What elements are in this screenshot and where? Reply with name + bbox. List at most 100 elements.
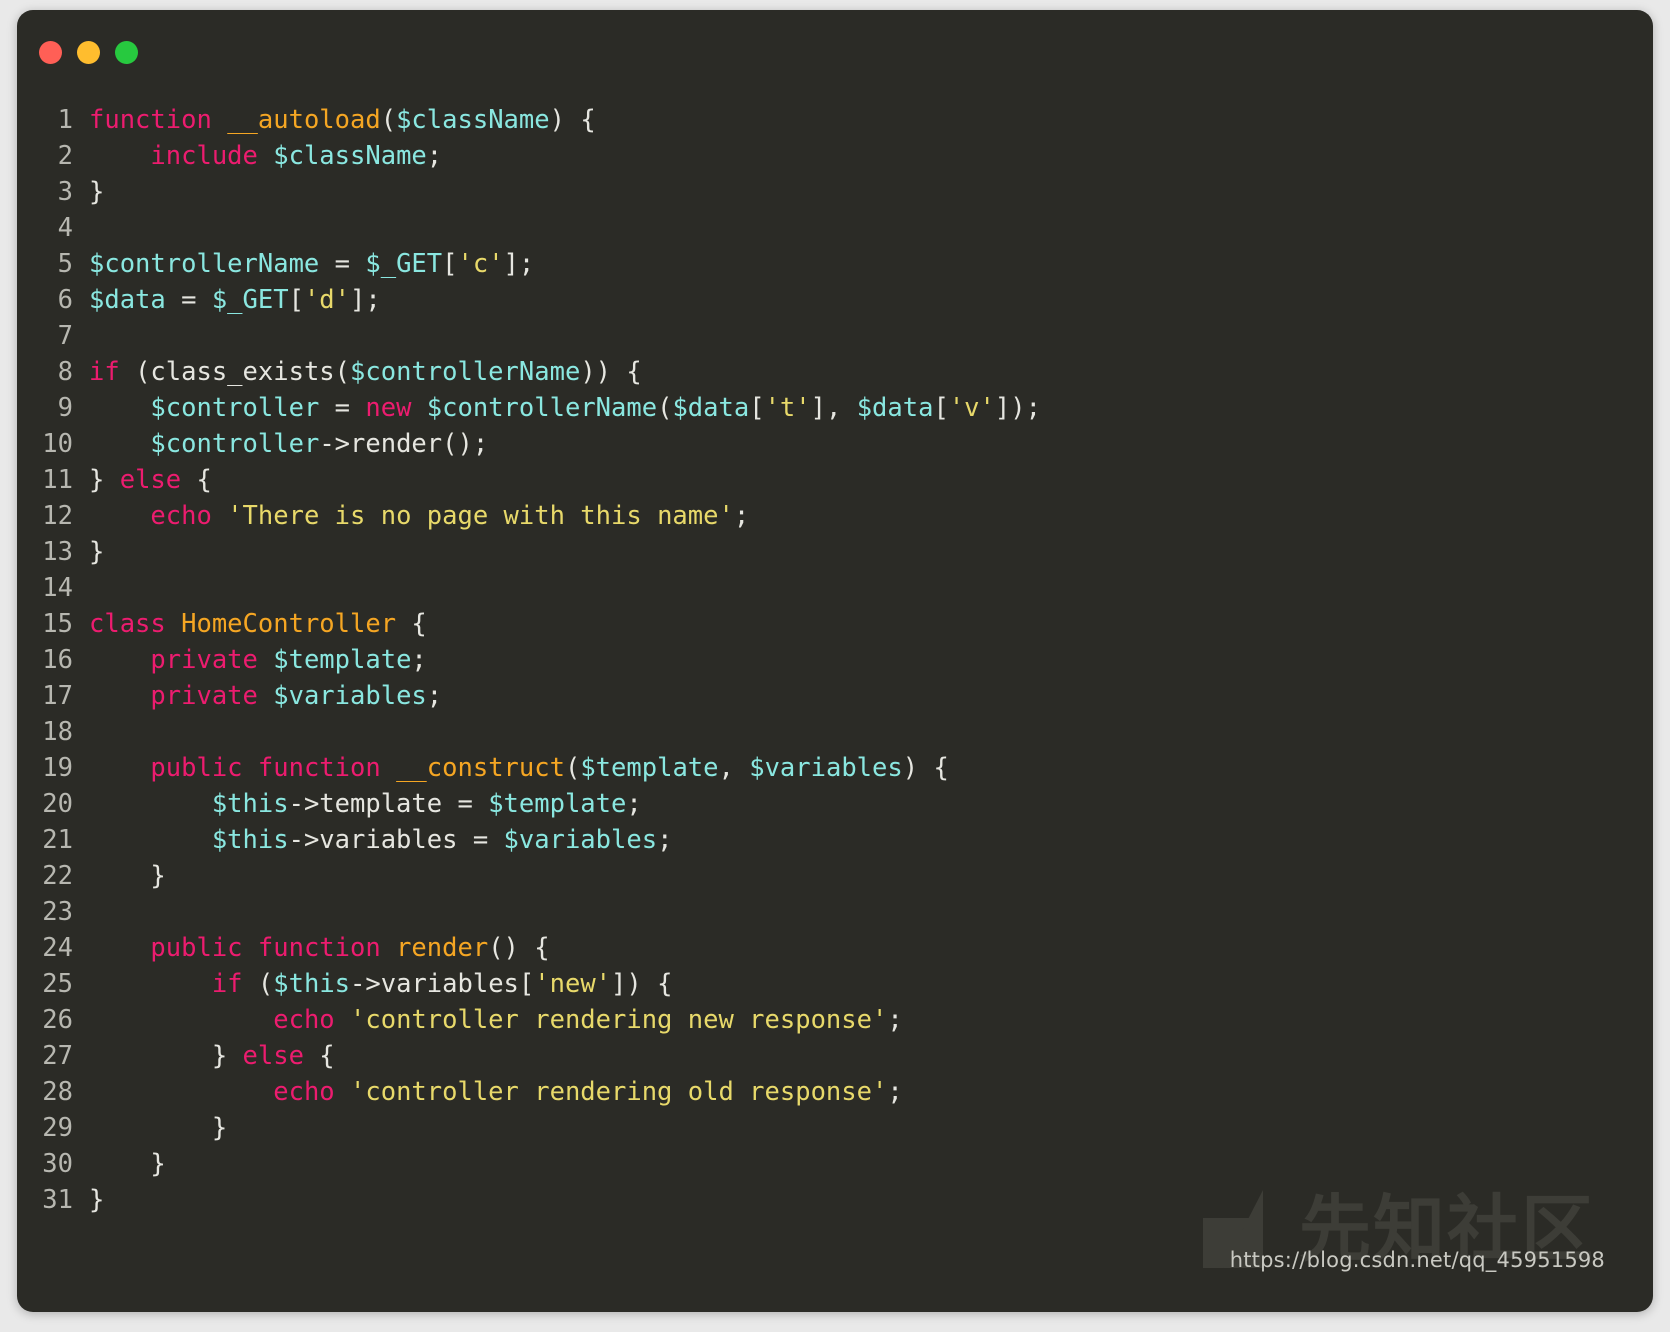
code-token: $_GET — [211, 285, 289, 315]
code-token: } — [89, 1185, 105, 1215]
code-line: 14 — [17, 570, 1653, 606]
code-line: 26 echo 'controller rendering new respon… — [17, 1002, 1653, 1038]
line-number: 4 — [57, 213, 73, 243]
code-token: $template — [273, 645, 412, 675]
code-token: )) { — [580, 357, 642, 387]
code-line: 30 } — [17, 1146, 1653, 1182]
maximize-window-button[interactable] — [115, 41, 138, 64]
code-token: include — [150, 141, 258, 171]
code-token: private — [150, 645, 258, 675]
code-token: ]); — [994, 393, 1041, 423]
line-number: 11 — [42, 465, 73, 495]
line-number: 26 — [42, 1005, 73, 1035]
code-token: [ — [933, 393, 949, 423]
line-number: 7 — [57, 321, 73, 351]
code-token: $this — [273, 969, 351, 999]
code-token: = — [165, 285, 212, 315]
code-token: } — [89, 177, 105, 207]
code-token: 'controller rendering new response' — [350, 1005, 888, 1035]
minimize-window-button[interactable] — [77, 41, 100, 64]
code-token: { — [396, 609, 427, 639]
code-line: 31} — [17, 1182, 1653, 1218]
blog-url-label: https://blog.csdn.net/qq_45951598 — [1229, 1248, 1605, 1272]
code-line: 17 private $variables; — [17, 678, 1653, 714]
code-token: private — [150, 681, 258, 711]
code-window: 1 function __autoload($className) {2 incl… — [17, 10, 1653, 1312]
code-token: { — [181, 465, 212, 495]
code-token: echo — [273, 1005, 335, 1035]
code-token: ; — [426, 141, 443, 171]
code-token: $data — [89, 285, 166, 315]
line-number: 30 — [42, 1149, 73, 1179]
code-token: ->variables[ — [350, 969, 535, 999]
code-token: ; — [887, 1077, 903, 1107]
code-token: } — [89, 1149, 166, 1179]
code-token: 'new' — [534, 969, 612, 999]
code-token: $controller — [150, 393, 320, 423]
code-token: ; — [626, 789, 642, 819]
code-line: 15 class HomeController { — [17, 606, 1653, 642]
code-token: 't' — [764, 393, 811, 423]
code-line: 7 — [17, 318, 1653, 354]
line-number: 2 — [57, 141, 73, 171]
code-token: ->variables = — [288, 825, 504, 855]
code-token: $className — [273, 141, 427, 171]
code-token: $_GET — [365, 249, 443, 279]
line-number: 16 — [42, 645, 73, 675]
code-token: } — [89, 465, 120, 495]
line-number: 21 — [42, 825, 73, 855]
code-token: ; — [733, 501, 750, 531]
code-token: 'd' — [303, 285, 351, 315]
code-line: 8 if (class_exists($controllerName)) { — [17, 354, 1653, 390]
code-token: (class_exists( — [119, 357, 351, 387]
code-token: $template — [580, 753, 719, 783]
line-number: 22 — [42, 861, 73, 891]
code-line: 13} — [17, 534, 1653, 570]
code-line: 2 include $className; — [17, 138, 1653, 174]
line-number: 6 — [57, 285, 73, 315]
code-token: ( — [657, 393, 673, 423]
code-token: $controllerName — [350, 357, 581, 387]
line-number: 14 — [42, 573, 73, 603]
code-line: 9 $controller = new $controllerName($dat… — [17, 390, 1653, 426]
code-token: function — [89, 105, 212, 135]
line-number: 27 — [42, 1041, 73, 1071]
code-token: ->template = — [288, 789, 489, 819]
code-editor[interactable]: 1 function __autoload($className) {2 incl… — [17, 82, 1653, 1218]
code-token: ]; — [350, 285, 381, 315]
line-number: 24 — [42, 933, 73, 963]
code-token: ) { — [549, 105, 596, 135]
close-window-button[interactable] — [39, 41, 62, 64]
code-token: () { — [488, 933, 550, 963]
code-line: 5 $controllerName = $_GET['c']; — [17, 246, 1653, 282]
line-number: 3 — [57, 177, 73, 207]
code-line: 27 } else { — [17, 1038, 1653, 1074]
code-line: 21 $this->variables = $variables; — [17, 822, 1653, 858]
code-token: $this — [211, 825, 289, 855]
code-token: public function — [150, 753, 381, 783]
code-token: ) { — [902, 753, 949, 783]
code-token: ; — [657, 825, 673, 855]
code-token: public function — [150, 933, 381, 963]
code-token: $controller — [150, 429, 320, 459]
code-token: __autoload — [227, 105, 381, 135]
code-token: ; — [411, 645, 427, 675]
code-line: 1 function __autoload($className) { — [17, 102, 1653, 138]
code-token: ]; — [503, 249, 535, 279]
code-token: class — [89, 609, 166, 639]
line-number: 31 — [42, 1185, 73, 1215]
code-line: 4 — [17, 210, 1653, 246]
